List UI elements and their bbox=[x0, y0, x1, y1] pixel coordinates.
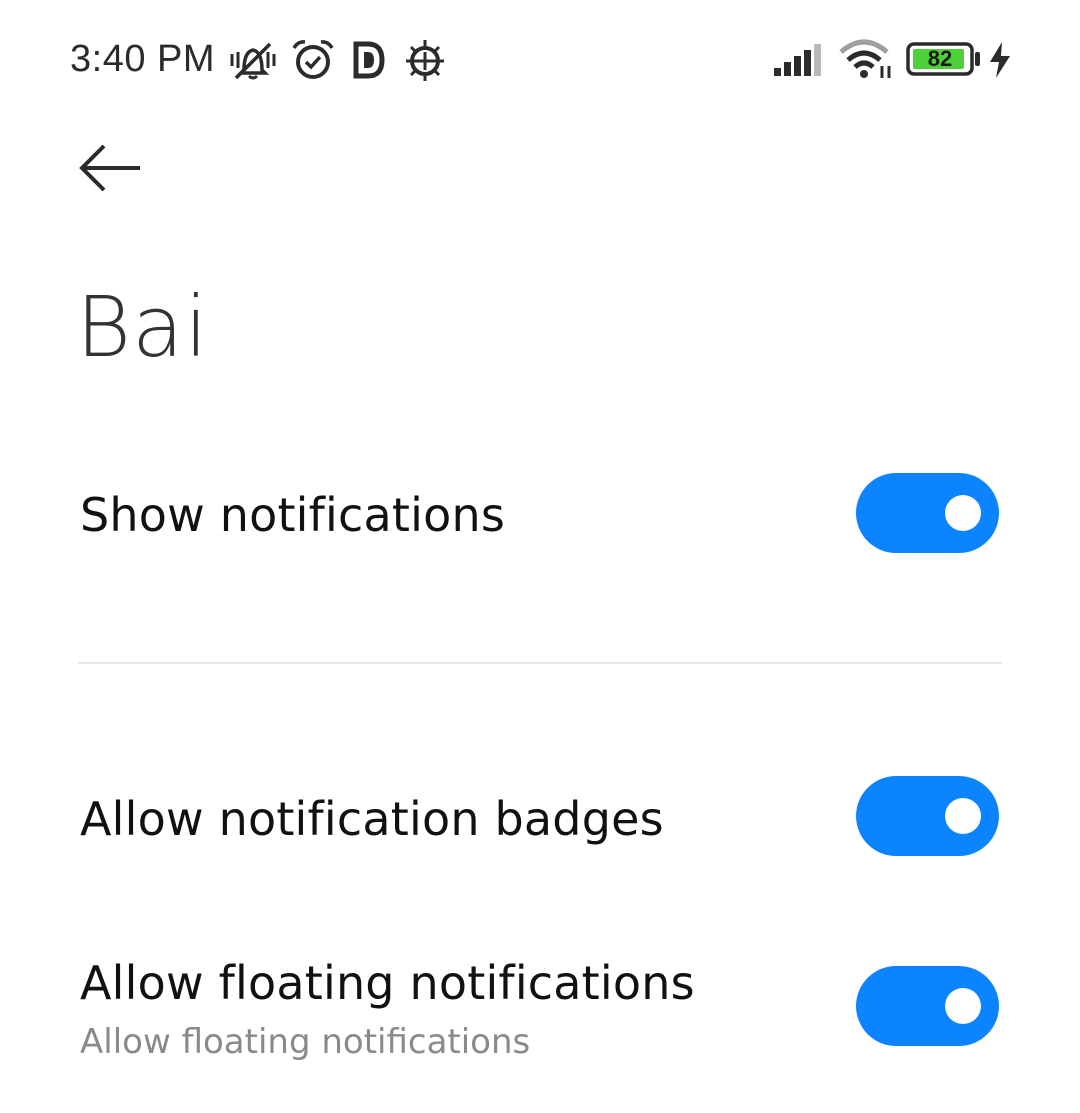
battery-level-text: 82 bbox=[927, 46, 953, 71]
setting-row-show-notifications[interactable]: Show notifications bbox=[0, 470, 1080, 556]
wifi-icon bbox=[838, 38, 894, 85]
back-arrow-icon bbox=[79, 144, 140, 192]
back-button[interactable] bbox=[72, 138, 152, 198]
battery-icon: 82 bbox=[906, 42, 984, 76]
page-title: Bai bbox=[76, 278, 209, 376]
setting-row-notification-badges[interactable]: Allow notification badges bbox=[0, 774, 1080, 860]
divider bbox=[78, 662, 1002, 664]
signal-icon bbox=[774, 42, 826, 81]
vibrate-off-icon bbox=[228, 40, 278, 87]
status-time: 3:40 PM bbox=[70, 38, 216, 80]
d-app-icon bbox=[352, 40, 386, 85]
toggle-knob bbox=[945, 988, 981, 1024]
android-bug-icon bbox=[404, 38, 446, 87]
show-notifications-toggle[interactable] bbox=[856, 473, 999, 553]
setting-label: Allow notification badges bbox=[80, 792, 664, 846]
status-bar: 3:40 PM 82 bbox=[0, 0, 1080, 120]
toggle-knob bbox=[945, 495, 981, 531]
floating-notifications-toggle[interactable] bbox=[856, 966, 999, 1046]
setting-label: Allow floating notifications bbox=[80, 956, 695, 1010]
setting-label: Show notifications bbox=[80, 488, 505, 542]
charging-bolt-icon bbox=[988, 42, 1012, 83]
setting-row-floating-notifications[interactable]: Allow floating notifications Allow float… bbox=[0, 950, 1080, 1070]
setting-subtitle: Allow floating notifications bbox=[80, 1022, 531, 1062]
notification-badges-toggle[interactable] bbox=[856, 776, 999, 856]
toggle-knob bbox=[945, 798, 981, 834]
alarm-icon bbox=[290, 38, 336, 87]
